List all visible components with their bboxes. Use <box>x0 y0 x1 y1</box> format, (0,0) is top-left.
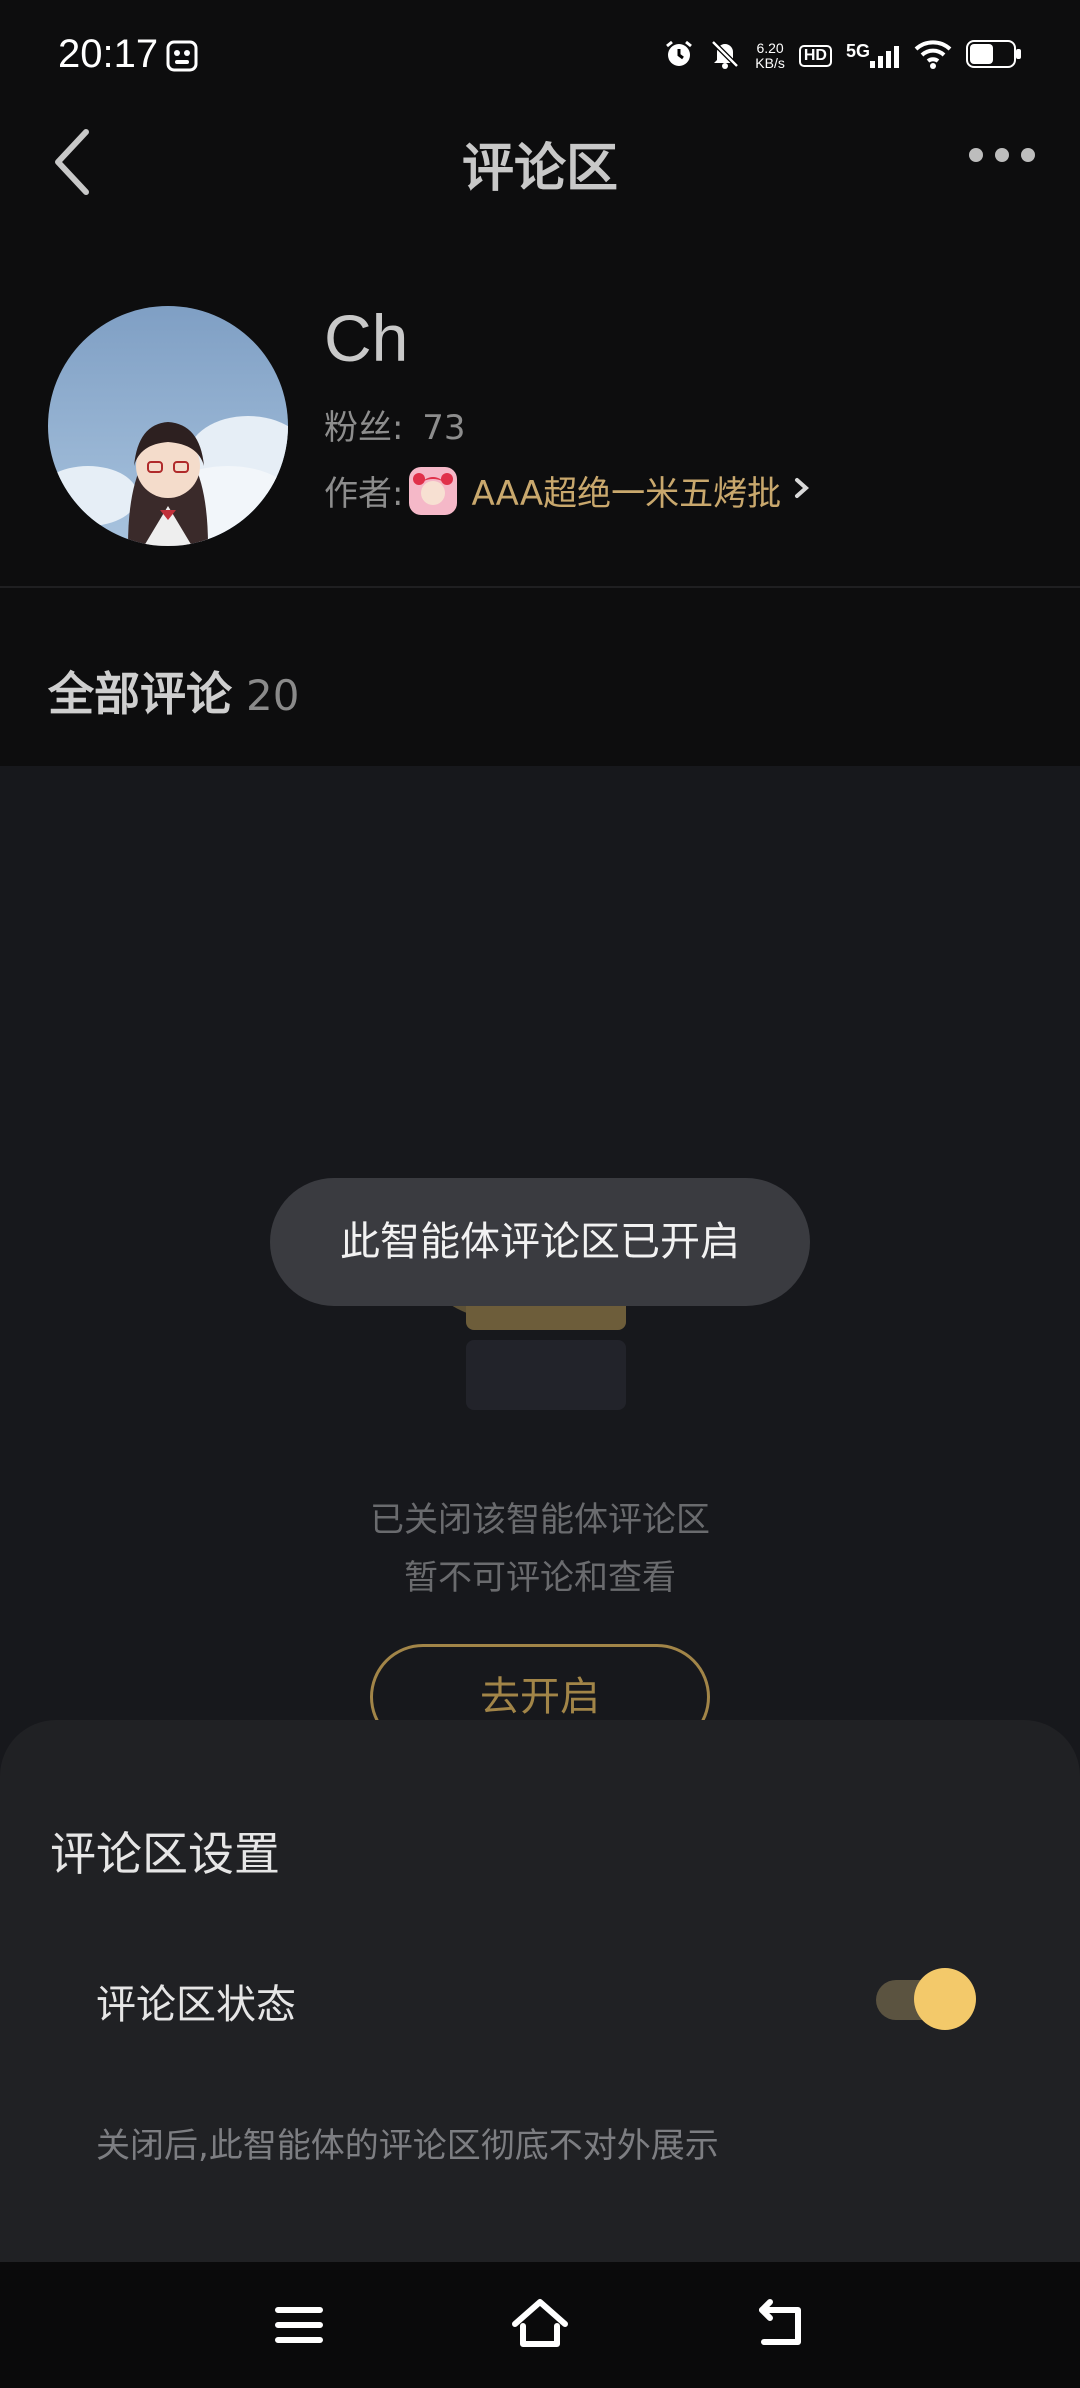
comments-count: 20 <box>246 671 300 720</box>
notification-app-icon <box>166 40 198 76</box>
network-type: 5G <box>845 40 870 61</box>
fans-label: 粉丝: <box>324 408 404 448</box>
signal-indicator: 5G <box>846 41 900 72</box>
net-speed-unit: KB/s <box>755 55 785 71</box>
home-icon <box>507 2299 573 2362</box>
comments-section-header: 全部评论 20 <box>48 658 299 724</box>
status-icons: 6.20 KB/s HD 5G <box>663 38 1022 74</box>
menu-button[interactable] <box>266 2292 332 2358</box>
more-horizontal-icon <box>962 148 1042 184</box>
sheet-title: 评论区设置 <box>50 1827 280 1881</box>
nav-back-button[interactable] <box>748 2292 814 2358</box>
agent-name: Ch <box>324 301 409 375</box>
home-button[interactable] <box>507 2292 573 2358</box>
fans-value: 73 <box>422 408 466 448</box>
net-speed: 6.20 KB/s <box>755 41 785 71</box>
return-icon <box>748 2299 814 2362</box>
chevron-right-icon <box>793 471 811 511</box>
status-time: 20:17 <box>58 32 159 76</box>
wifi-icon <box>914 39 952 73</box>
battery-icon <box>966 40 1022 72</box>
signal-bars-icon <box>870 45 900 72</box>
agent-avatar[interactable] <box>48 306 288 546</box>
empty-state-line1: 已关闭该智能体评论区 <box>370 1500 710 1540</box>
author-label: 作者: <box>324 474 404 514</box>
fans-count: 粉丝: 73 <box>324 400 466 449</box>
page-title: 评论区 <box>461 139 618 199</box>
comment-status-toggle[interactable] <box>876 1966 976 2030</box>
net-speed-value: 6.20 <box>756 40 784 56</box>
author-link[interactable]: 作者: AAA超绝一米五烤批 <box>324 466 811 515</box>
profile-divider <box>0 586 1080 588</box>
author-name: AAA超绝一米五烤批 <box>471 474 782 514</box>
hd-badge: HD <box>798 45 832 67</box>
toggle-knob <box>914 1968 976 2030</box>
more-button[interactable] <box>962 130 1042 180</box>
comment-status-label: 评论区状态 <box>96 1982 296 2028</box>
toast-message: 此智能体评论区已开启 <box>270 1178 810 1306</box>
alarm-icon <box>663 38 695 74</box>
comments-title: 全部评论 <box>48 667 232 721</box>
empty-state-line2: 暂不可评论和查看 <box>404 1558 676 1598</box>
comment-status-description: 关闭后,此智能体的评论区彻底不对外展示 <box>96 2126 719 2166</box>
mute-bell-icon <box>709 38 741 74</box>
author-avatar <box>409 466 458 515</box>
menu-icon <box>266 2307 332 2362</box>
